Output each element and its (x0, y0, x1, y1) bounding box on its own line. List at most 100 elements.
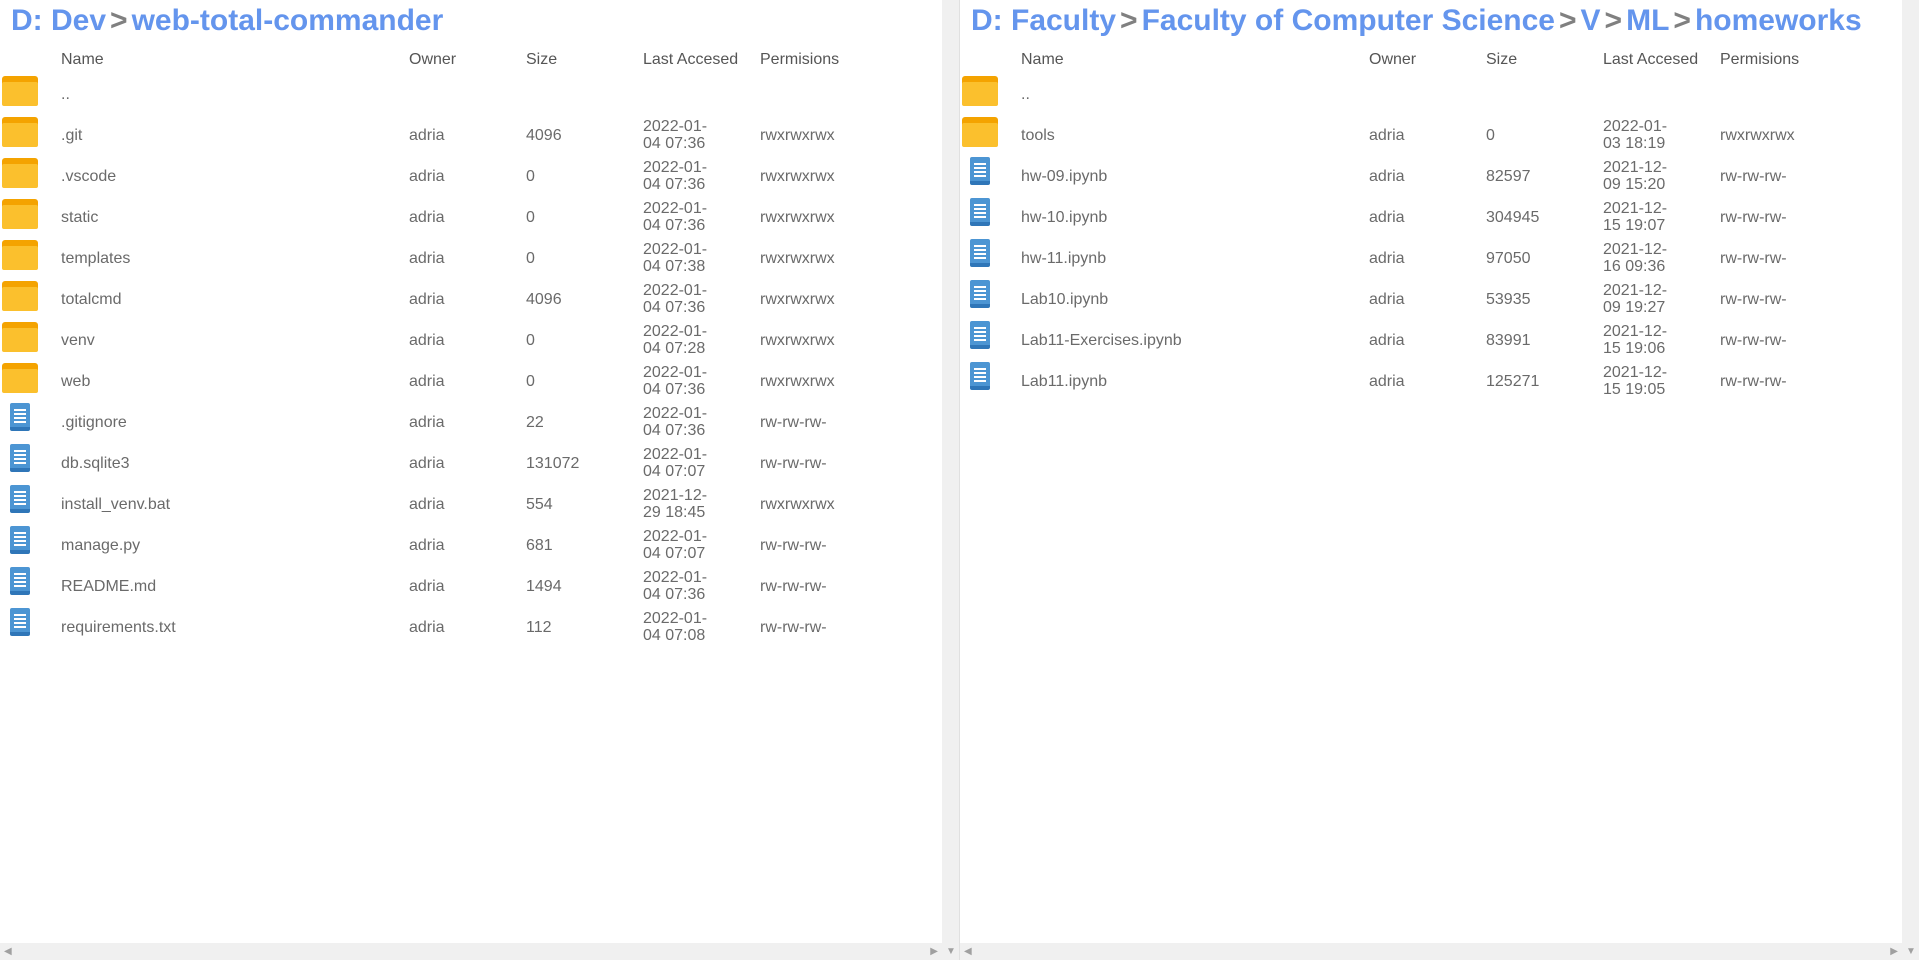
breadcrumb-segment[interactable]: D: Faculty (971, 4, 1116, 37)
file-row[interactable]: manage.py adria 681 2022-01-04 07:07 rw-rw-r… (0, 525, 942, 566)
folder-row[interactable]: .vscode adria 0 2022-01-04 07:36 rwxrwxrwx (0, 156, 942, 197)
folder-row[interactable]: web adria 0 2022-01-04 07:36 rwxrwxrwx (0, 361, 942, 402)
breadcrumb-segment[interactable]: D: Dev (11, 4, 106, 37)
folder-icon-body (2, 205, 38, 229)
column-header-last-accessed[interactable]: Last Accesed (1603, 51, 1698, 71)
breadcrumb-segment[interactable]: V (1581, 4, 1601, 37)
file-row[interactable]: Lab10.ipynb adria 53935 2021-12-09 19:27 rw-… (960, 279, 1902, 320)
file-owner: adria (1369, 250, 1405, 267)
row-icon-cell (0, 402, 42, 443)
column-header-size[interactable]: Size (1486, 51, 1517, 71)
folder-icon (2, 281, 38, 311)
file-name: .. (61, 86, 70, 103)
file-row[interactable]: hw-09.ipynb adria 82597 2021-12-09 15:20 rw-… (960, 156, 1902, 197)
file-permissions: rw-rw-rw- (760, 578, 827, 595)
scroll-down-arrow-icon[interactable]: ▼ (946, 943, 956, 960)
file-row[interactable]: README.md adria 1494 2022-01-04 07:36 rw-rw-… (0, 566, 942, 607)
file-name: .vscode (61, 168, 117, 185)
folder-row[interactable]: static adria 0 2022-01-04 07:36 rwxrwxrwx (0, 197, 942, 238)
breadcrumb-segment[interactable]: ML (1626, 4, 1669, 37)
file-name: venv (61, 332, 95, 349)
column-header-permissions[interactable]: Permisions (1720, 51, 1799, 71)
scroll-down-arrow-icon[interactable]: ▼ (1906, 943, 1916, 960)
file-name: Lab11.ipynb (1021, 373, 1107, 390)
file-permissions: rw-rw-rw- (1720, 250, 1787, 267)
file-last-accessed: 2022-01-04 07:36 (643, 405, 708, 439)
file-owner: adria (409, 578, 445, 595)
right-horizontal-scrollbar[interactable]: ◀ ▶ (960, 943, 1902, 960)
row-icon-cell (960, 197, 1002, 238)
file-last-accessed: 2022-01-04 07:36 (643, 118, 708, 152)
column-header-permissions[interactable]: Permisions (760, 51, 839, 71)
file-last-accessed: 2022-01-04 07:36 (643, 282, 708, 316)
file-name: README.md (61, 578, 157, 595)
left-file-list: .. .git adria 4096 2022-01-04 07:36 rwxrwxrwx… (0, 74, 942, 648)
folder-row[interactable]: .git adria 4096 2022-01-04 07:36 rwxrwxrwx (0, 115, 942, 156)
file-last-accessed: 2021-12-15 19:05 (1603, 364, 1668, 398)
file-icon (10, 608, 30, 636)
file-size: 304945 (1486, 209, 1540, 226)
file-size: 97050 (1486, 250, 1531, 267)
file-last-accessed: 2021-12-09 15:20 (1603, 159, 1668, 193)
file-permissions: rwxrwxrwx (1720, 127, 1795, 144)
folder-icon-body (2, 287, 38, 311)
folder-row[interactable]: venv adria 0 2022-01-04 07:28 rwxrwxrwx (0, 320, 942, 361)
folder-row[interactable]: totalcmd adria 4096 2022-01-04 07:36 rwxrwxr… (0, 279, 942, 320)
breadcrumb-segment[interactable]: web-total-commander (132, 4, 444, 37)
folder-row[interactable]: .. (960, 74, 1902, 115)
file-permissions: rwxrwxrwx (760, 332, 835, 349)
file-last-accessed: 2022-01-04 07:36 (643, 159, 708, 193)
file-owner: adria (1369, 209, 1405, 226)
folder-row[interactable]: tools adria 0 2022-01-03 18:19 rwxrwxrwx (960, 115, 1902, 156)
file-size: 125271 (1486, 373, 1540, 390)
file-row[interactable]: hw-11.ipynb adria 97050 2021-12-16 09:36 rw-… (960, 238, 1902, 279)
column-header-owner[interactable]: Owner (409, 51, 456, 71)
folder-icon (2, 363, 38, 393)
file-row[interactable]: install_venv.bat adria 554 2021-12-29 18:45… (0, 484, 942, 525)
scroll-left-arrow-icon[interactable]: ◀ (4, 943, 12, 960)
file-last-accessed: 2021-12-16 09:36 (1603, 241, 1668, 275)
folder-icon-body (2, 246, 38, 270)
row-icon-cell (960, 279, 1002, 320)
file-name: static (61, 209, 99, 226)
file-row[interactable]: hw-10.ipynb adria 304945 2021-12-15 19:07 rw… (960, 197, 1902, 238)
breadcrumb-segment[interactable]: homeworks (1695, 4, 1862, 37)
breadcrumb-segment[interactable]: Faculty of Computer Science (1142, 4, 1555, 37)
file-last-accessed: 2021-12-15 19:07 (1603, 200, 1668, 234)
file-size: 0 (526, 373, 535, 390)
column-header-last-accessed[interactable]: Last Accesed (643, 51, 738, 71)
file-row[interactable]: requirements.txt adria 112 2022-01-04 07:08… (0, 607, 942, 648)
scroll-left-arrow-icon[interactable]: ◀ (964, 943, 972, 960)
file-permissions: rw-rw-rw- (1720, 291, 1787, 308)
file-size: 53935 (1486, 291, 1531, 308)
file-permissions: rw-rw-rw- (1720, 209, 1787, 226)
file-last-accessed: 2022-01-04 07:07 (643, 528, 708, 562)
column-header-owner[interactable]: Owner (1369, 51, 1416, 71)
file-row[interactable]: db.sqlite3 adria 131072 2022-01-04 07:07 rw-… (0, 443, 942, 484)
folder-row[interactable]: .. (0, 74, 942, 115)
scroll-right-arrow-icon[interactable]: ▶ (1890, 943, 1898, 960)
right-vertical-scrollbar[interactable]: ▼ (1902, 0, 1919, 960)
column-header-size[interactable]: Size (526, 51, 557, 71)
file-name: manage.py (61, 537, 141, 554)
row-icon-cell (0, 566, 42, 607)
file-row[interactable]: Lab11-Exercises.ipynb adria 83991 2021-12-1… (960, 320, 1902, 361)
left-vertical-scrollbar[interactable]: ▼ (942, 0, 959, 960)
file-last-accessed: 2021-12-29 18:45 (643, 487, 708, 521)
column-header-name[interactable]: Name (1021, 51, 1064, 71)
row-icon-cell (0, 279, 42, 320)
row-icon-cell (960, 156, 1002, 197)
right-breadcrumb: D: Faculty > Faculty of Computer Science > V… (971, 4, 1862, 38)
file-size: 112 (526, 619, 552, 636)
left-horizontal-scrollbar[interactable]: ◀ ▶ (0, 943, 942, 960)
file-icon (10, 485, 30, 513)
file-owner: adria (409, 414, 445, 431)
file-row[interactable]: .gitignore adria 22 2022-01-04 07:36 rw-rw-r… (0, 402, 942, 443)
file-permissions: rwxrwxrwx (760, 291, 835, 308)
folder-row[interactable]: templates adria 0 2022-01-04 07:38 rwxrwxrwx (0, 238, 942, 279)
file-row[interactable]: Lab11.ipynb adria 125271 2021-12-15 19:05 rw… (960, 361, 1902, 402)
file-owner: adria (409, 250, 445, 267)
column-header-name[interactable]: Name (61, 51, 104, 71)
row-icon-cell (0, 197, 42, 238)
scroll-right-arrow-icon[interactable]: ▶ (930, 943, 938, 960)
